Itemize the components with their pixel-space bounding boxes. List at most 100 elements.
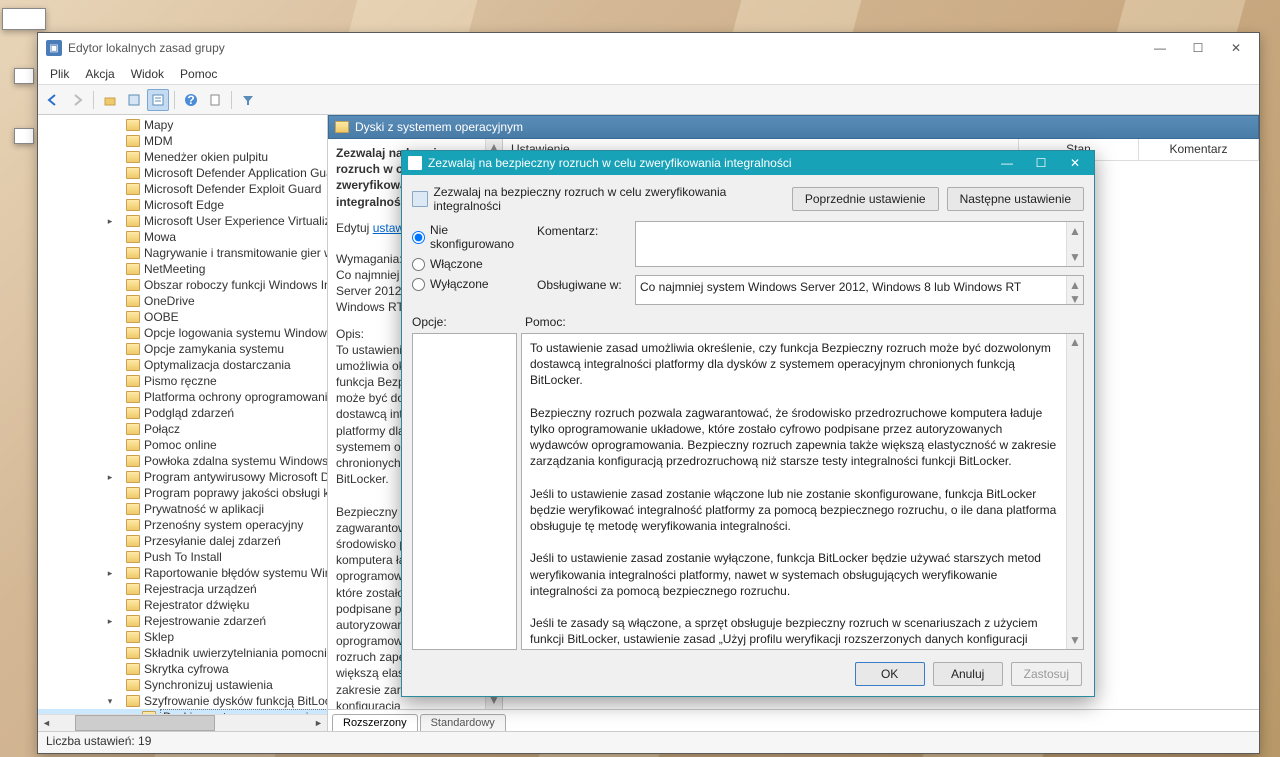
tree-item[interactable]: Rejestracja urządzeń <box>38 581 327 597</box>
dialog-close[interactable]: ✕ <box>1058 153 1092 173</box>
tree-item[interactable]: Połącz <box>38 421 327 437</box>
tree-item-label: Mapy <box>144 118 173 132</box>
tree-item[interactable]: Microsoft Edge <box>38 197 327 213</box>
folder-icon <box>126 375 140 387</box>
forward-button[interactable] <box>66 89 88 111</box>
h-scrollbar[interactable]: ◄ ► <box>38 714 327 731</box>
folder-icon <box>126 199 140 211</box>
close-button[interactable]: ✕ <box>1217 37 1255 59</box>
tree-item-label: Obszar roboczy funkcji Windows Ink <box>144 278 328 292</box>
scroll-right-icon[interactable]: ► <box>310 715 327 731</box>
tree-item-label: Opcje logowania systemu Windows <box>144 326 328 340</box>
tree-item[interactable]: Platforma ochrony oprogramowania <box>38 389 327 405</box>
menu-file[interactable]: Plik <box>42 65 77 83</box>
dialog-maximize[interactable]: ☐ <box>1024 153 1058 173</box>
next-setting-button[interactable]: Następne ustawienie <box>947 187 1084 211</box>
col-comment[interactable]: Komentarz <box>1139 139 1259 160</box>
scroll-left-icon[interactable]: ◄ <box>38 715 55 731</box>
comment-field[interactable]: ▲▼ <box>635 221 1084 267</box>
tree-item[interactable]: Pomoc online <box>38 437 327 453</box>
radio-not-configured[interactable]: Nie skonfigurowano <box>412 223 527 251</box>
tree-item[interactable]: OneDrive <box>38 293 327 309</box>
folder-icon <box>126 487 140 499</box>
dialog-minimize[interactable]: — <box>990 153 1024 173</box>
tree-item[interactable]: Opcje logowania systemu Windows <box>38 325 327 341</box>
show-button[interactable] <box>123 89 145 111</box>
tree-item[interactable]: Przenośny system operacyjny <box>38 517 327 533</box>
options-box <box>412 333 517 650</box>
tree-item-label: Microsoft User Experience Virtualization <box>144 214 328 228</box>
back-button[interactable] <box>42 89 64 111</box>
tree-item[interactable]: OOBE <box>38 309 327 325</box>
tree-item[interactable]: Synchronizuj ustawienia <box>38 677 327 693</box>
tree-item[interactable]: NetMeeting <box>38 261 327 277</box>
tree-item[interactable]: Mowa <box>38 229 327 245</box>
tree-item[interactable]: Składnik uwierzytelniania pomocniczego f… <box>38 645 327 661</box>
prev-setting-button[interactable]: Poprzednie ustawienie <box>792 187 939 211</box>
tree-item-label: Raportowanie błędów systemu Windows <box>144 566 328 580</box>
tree-item[interactable]: Sklep <box>38 629 327 645</box>
tree-item-label: Rejestrowanie zdarzeń <box>144 614 266 628</box>
tree-item[interactable]: Skrytka cyfrowa <box>38 661 327 677</box>
tree-item[interactable]: MDM <box>38 133 327 149</box>
folder-icon <box>126 183 140 195</box>
tree-item[interactable]: Program poprawy jakości obsługi klienta … <box>38 485 327 501</box>
tree-item[interactable]: Obszar roboczy funkcji Windows Ink <box>38 277 327 293</box>
tree-item-label: Rejestrator dźwięku <box>144 598 249 612</box>
tab-standard[interactable]: Standardowy <box>420 714 506 731</box>
folder-icon <box>126 423 140 435</box>
folder-icon <box>126 455 140 467</box>
tree-item[interactable]: ▸Rejestrowanie zdarzeń <box>38 613 327 629</box>
scroll-thumb[interactable] <box>75 715 215 731</box>
folder-icon <box>126 407 140 419</box>
folder-icon <box>126 295 140 307</box>
tree-item[interactable]: Mapy <box>38 117 327 133</box>
tree-item[interactable]: Microsoft Defender Exploit Guard <box>38 181 327 197</box>
bg-fragment <box>14 128 34 144</box>
tree-item[interactable]: ▾Szyfrowanie dysków funkcją BitLocker <box>38 693 327 709</box>
tree-pane[interactable]: MapyMDMMenedżer okien pulpituMicrosoft D… <box>38 115 328 731</box>
tree-item[interactable]: Optymalizacja dostarczania <box>38 357 327 373</box>
folder-icon <box>126 359 140 371</box>
tree-item[interactable]: Menedżer okien pulpitu <box>38 149 327 165</box>
apply-button[interactable]: Zastosuj <box>1011 662 1082 686</box>
tree-item[interactable]: Przesyłanie dalej zdarzeń <box>38 533 327 549</box>
radio-disabled[interactable]: Wyłączone <box>412 277 527 291</box>
dialog-icon <box>408 156 422 170</box>
help-box[interactable]: To ustawienie zasad umożliwia określenie… <box>521 333 1084 650</box>
help-button[interactable]: ? <box>180 89 202 111</box>
tree-item[interactable]: ▸Microsoft User Experience Virtualizatio… <box>38 213 327 229</box>
tree-item[interactable]: Push To Install <box>38 549 327 565</box>
properties-button[interactable] <box>147 89 169 111</box>
tree-item-label: Optymalizacja dostarczania <box>144 358 291 372</box>
help-scrollbar[interactable]: ▲▼ <box>1066 334 1083 649</box>
cancel-button[interactable]: Anuluj <box>933 662 1003 686</box>
tree-item[interactable]: Pismo ręczne <box>38 373 327 389</box>
radio-enabled[interactable]: Włączone <box>412 257 527 271</box>
tree-item[interactable]: ▸Raportowanie błędów systemu Windows <box>38 565 327 581</box>
svg-text:?: ? <box>187 93 194 107</box>
folder-icon <box>126 679 140 691</box>
tree-item-label: Powłoka zdalna systemu Windows <box>144 454 328 468</box>
minimize-button[interactable]: — <box>1141 37 1179 59</box>
tree-item[interactable]: Rejestrator dźwięku <box>38 597 327 613</box>
maximize-button[interactable]: ☐ <box>1179 37 1217 59</box>
menu-help[interactable]: Pomoc <box>172 65 225 83</box>
folder-icon <box>126 663 140 675</box>
tree-item[interactable]: Microsoft Defender Application Guard <box>38 165 327 181</box>
tree-item[interactable]: Podgląd zdarzeń <box>38 405 327 421</box>
tree-item[interactable]: Nagrywanie i transmitowanie gier w syste… <box>38 245 327 261</box>
folder-icon <box>126 135 140 147</box>
ok-button[interactable]: OK <box>855 662 925 686</box>
export-button[interactable] <box>204 89 226 111</box>
menu-action[interactable]: Akcja <box>77 65 122 83</box>
folder-icon <box>126 167 140 179</box>
tree-item[interactable]: Prywatność w aplikacji <box>38 501 327 517</box>
tree-item[interactable]: ▸Program antywirusowy Microsoft Defender <box>38 469 327 485</box>
filter-button[interactable] <box>237 89 259 111</box>
up-button[interactable] <box>99 89 121 111</box>
tab-extended[interactable]: Rozszerzony <box>332 714 418 731</box>
tree-item[interactable]: Opcje zamykania systemu <box>38 341 327 357</box>
menu-view[interactable]: Widok <box>123 65 172 83</box>
tree-item[interactable]: Powłoka zdalna systemu Windows <box>38 453 327 469</box>
